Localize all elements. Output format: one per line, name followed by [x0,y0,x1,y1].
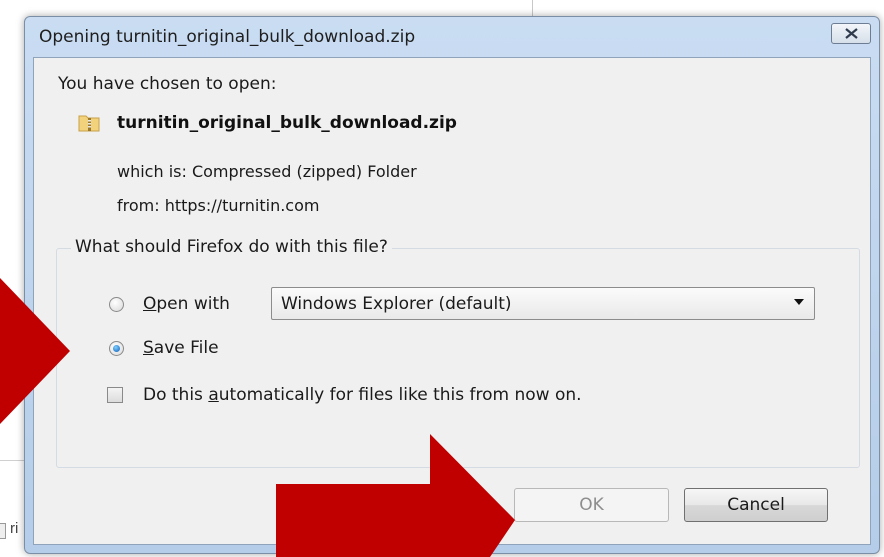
left-annotation-arrow [0,278,70,424]
open-with-label-rest: pen with [156,294,230,314]
open-with-radio[interactable] [109,297,124,312]
file-name: turnitin_original_bulk_download.zip [117,113,457,133]
auto-label-after: utomatically for files like this from no… [218,385,582,405]
open-with-app: Windows Explorer (default) [281,294,512,314]
background-divider-horizontal [0,460,24,461]
auto-checkbox[interactable] [107,387,123,403]
file-source: from: https://turnitin.com [117,196,320,215]
open-with-mnemonic: O [143,294,157,314]
close-button[interactable] [831,23,871,44]
background-text-fragment: ri [0,519,22,543]
auto-label-before: Do this [143,385,209,405]
auto-label[interactable]: Do this automatically for files like thi… [143,385,582,405]
dialog-title: Opening turnitin_original_bulk_download.… [39,27,416,47]
open-with-label[interactable]: Open with [143,294,230,314]
open-prompt: You have chosen to open: [58,74,277,94]
save-file-label[interactable]: Save File [143,338,219,358]
zip-folder-icon [78,115,100,132]
file-type: which is: Compressed (zipped) Folder [117,162,417,181]
dropdown-arrow-icon [794,299,804,305]
save-file-radio[interactable] [109,341,124,356]
bottom-annotation-arrow [276,434,515,557]
radio-selected-dot [113,345,120,352]
open-with-select[interactable]: Windows Explorer (default) [271,287,815,320]
background-checkbox-fragment [0,523,6,539]
auto-mnemonic: a [208,385,219,405]
dialog-titlebar[interactable]: Opening turnitin_original_bulk_download.… [25,17,879,57]
save-file-label-rest: ave File [153,338,219,358]
background-fragment-text: ri [10,520,19,537]
groupbox-title: What should Firefox do with this file? [71,237,392,257]
cancel-button[interactable]: Cancel [684,488,828,522]
save-file-mnemonic: S [143,338,154,358]
close-x-icon [845,28,858,39]
ok-button[interactable]: OK [514,488,669,522]
